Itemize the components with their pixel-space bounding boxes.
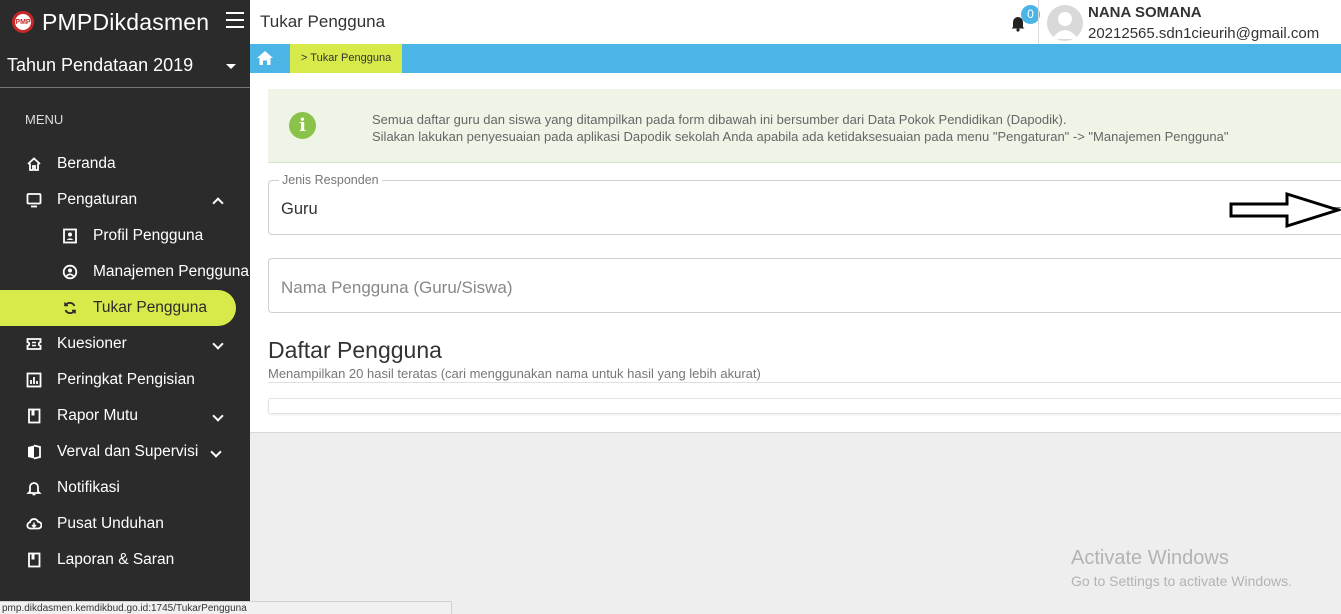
sidebar-item-rapor-mutu[interactable]: Rapor Mutu	[0, 398, 250, 434]
sidebar-item-pusat-unduhan[interactable]: Pusat Unduhan	[0, 506, 250, 542]
topbar: Tukar Pengguna 0 NANA SOMANA 20212565.sd…	[250, 0, 1341, 44]
user-avatar-icon	[1052, 12, 1078, 39]
chevron-down-icon	[210, 446, 222, 458]
sidebar-item-notifikasi[interactable]: Notifikasi	[0, 470, 250, 506]
nama-pengguna-input[interactable]: Nama Pengguna (Guru/Siswa)	[268, 258, 1341, 313]
nama-pengguna-placeholder: Nama Pengguna (Guru/Siswa)	[281, 278, 513, 297]
sidebar-item-label: Manajemen Pengguna	[93, 263, 249, 280]
breadcrumb-current: > Tukar Pengguna	[290, 44, 403, 73]
chevron-down-icon	[212, 338, 224, 350]
sidebar-item-tukar-pengguna[interactable]: Tukar Pengguna	[0, 290, 236, 326]
home-icon	[27, 157, 41, 171]
user-email: 20212565.sdn1cieurih@gmail.com	[1088, 25, 1320, 42]
user-list	[268, 398, 1341, 414]
sidebar-item-peringkat-pengisian[interactable]: Peringkat Pengisian	[0, 362, 250, 398]
book-open-icon	[28, 444, 41, 460]
year-select[interactable]: Tahun Pendataan 2019	[0, 44, 250, 88]
sidebar-item-label: Profil Pengguna	[93, 227, 204, 244]
info-alert: i Semua daftar guru dan siswa yang ditam…	[268, 89, 1341, 163]
status-bar-url: pmp.dikdasmen.kemdikbud.go.id:1745/Tukar…	[0, 601, 452, 614]
sidebar-item-label: Beranda	[57, 155, 116, 172]
info-text: Semua daftar guru dan siswa yang ditampi…	[372, 111, 1228, 145]
avatar[interactable]	[1047, 5, 1083, 41]
list-title: Daftar Pengguna	[268, 337, 442, 363]
list-subtitle: Menampilkan 20 hasil teratas (cari mengg…	[268, 366, 761, 381]
arrow-right-icon	[1229, 191, 1341, 229]
list-divider	[268, 382, 1341, 383]
caret-down-icon	[226, 64, 236, 69]
sidebar-item-kuesioner[interactable]: Kuesioner	[0, 326, 250, 362]
user-name: NANA SOMANA	[1088, 4, 1202, 21]
info-line-1: Semua daftar guru dan siswa yang ditampi…	[372, 112, 1067, 127]
year-select-value: Tahun Pendataan 2019	[7, 55, 194, 75]
chevron-down-icon	[212, 410, 224, 422]
sidebar-item-label: Laporan & Saran	[57, 551, 175, 568]
main-content: i Semua daftar guru dan siswa yang ditam…	[250, 73, 1341, 433]
chevron-up-icon	[212, 197, 224, 209]
sync-icon	[64, 302, 76, 314]
jenis-responden-value: Guru	[281, 200, 318, 218]
info-icon: i	[289, 112, 316, 139]
sidebar-item-laporan-saran[interactable]: Laporan & Saran	[0, 542, 250, 578]
sidebar-item-label: Pusat Unduhan	[57, 515, 164, 532]
sidebar-item-label: Pengaturan	[57, 191, 138, 208]
sidebar-item-label: Verval dan Supervisi	[57, 443, 199, 460]
book-icon	[28, 552, 41, 568]
bell-icon	[26, 482, 42, 496]
jenis-responden-select[interactable]: Jenis Responden Guru	[268, 173, 1341, 235]
sidebar-menu: Beranda Pengaturan Profil Pengguna Manaj…	[0, 146, 250, 578]
topbar-divider	[1038, 0, 1039, 44]
menu-header: MENU	[25, 112, 64, 127]
jenis-responden-label: Jenis Responden	[279, 173, 382, 187]
sidebar-item-profil-pengguna[interactable]: Profil Pengguna	[0, 218, 250, 254]
sidebar-item-pengaturan[interactable]: Pengaturan	[0, 182, 250, 218]
cloud-download-icon	[26, 518, 42, 530]
book-icon	[28, 408, 41, 424]
sidebar-item-label: Tukar Pengguna	[93, 299, 208, 316]
brand: PMP PMPDikdasmen	[0, 0, 250, 44]
sidebar-item-label: Rapor Mutu	[57, 407, 138, 424]
breadcrumb: > Tukar Pengguna	[250, 44, 1341, 73]
user-circle-icon	[62, 264, 78, 280]
watermark-title: Activate Windows	[1071, 547, 1229, 569]
watermark-subtitle: Go to Settings to activate Windows.	[1071, 573, 1292, 589]
page-title: Tukar Pengguna	[260, 12, 386, 31]
id-card-icon	[63, 228, 77, 244]
sidebar-item-label: Peringkat Pengisian	[57, 371, 195, 388]
bar-chart-icon	[26, 372, 42, 388]
sidebar-item-label: Notifikasi	[57, 479, 120, 496]
menu-toggle-icon[interactable]	[226, 12, 244, 28]
sidebar-item-label: Kuesioner	[57, 335, 127, 352]
sidebar-item-beranda[interactable]: Beranda	[0, 146, 250, 182]
sidebar-item-verval-dan-supervisi[interactable]: Verval dan Supervisi	[0, 434, 250, 470]
info-line-2: Silakan lakukan penyesuaian pada aplikas…	[372, 129, 1229, 144]
home-icon[interactable]	[256, 50, 274, 66]
sidebar: PMP PMPDikdasmen Tahun Pendataan 2019 ME…	[0, 0, 250, 614]
brand-title: PMPDikdasmen	[42, 8, 210, 35]
brand-logo: PMP	[12, 11, 34, 33]
sidebar-item-manajemen-pengguna[interactable]: Manajemen Pengguna	[0, 254, 250, 290]
ticket-icon	[26, 338, 42, 350]
monitor-icon	[26, 193, 42, 208]
